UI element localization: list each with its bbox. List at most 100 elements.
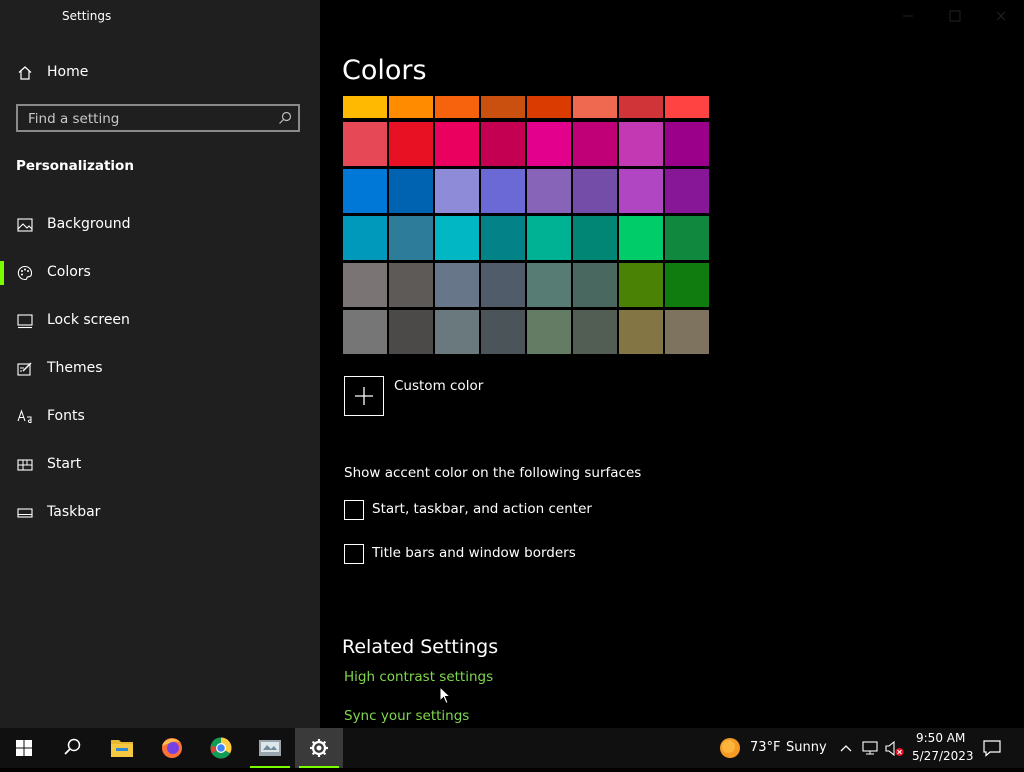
color-swatch[interactable]	[573, 169, 617, 213]
notifications-icon[interactable]	[982, 739, 1002, 757]
taskbar-icon	[17, 508, 33, 518]
clock-date[interactable]: 5/27/2023	[912, 749, 974, 763]
taskbar-chrome[interactable]	[197, 728, 245, 768]
taskbar-search-button[interactable]	[48, 728, 96, 768]
color-swatch[interactable]	[527, 169, 571, 213]
taskbar: 73°F Sunny 9:50 AM 5/27/2023	[0, 728, 1024, 768]
color-swatch[interactable]	[389, 169, 433, 213]
search-box[interactable]: Find a setting	[16, 104, 300, 132]
weather-condition[interactable]: Sunny	[786, 740, 827, 755]
minimize-icon[interactable]	[898, 6, 918, 26]
color-swatch[interactable]	[665, 122, 709, 166]
color-swatch[interactable]	[343, 216, 387, 260]
sidebar-item-label: Colors	[47, 264, 91, 280]
checkbox[interactable]	[344, 544, 364, 564]
color-swatch[interactable]	[481, 96, 525, 118]
color-swatch[interactable]	[573, 122, 617, 166]
color-swatch[interactable]	[527, 122, 571, 166]
sidebar-item-label: Themes	[47, 360, 103, 376]
chevron-up-icon[interactable]	[839, 740, 853, 756]
color-swatch[interactable]	[435, 122, 479, 166]
checkbox[interactable]	[344, 500, 364, 520]
color-swatch[interactable]	[435, 96, 479, 118]
volume-muted-icon[interactable]	[884, 740, 906, 758]
color-swatch[interactable]	[481, 216, 525, 260]
color-swatch[interactable]	[389, 310, 433, 354]
color-swatch[interactable]	[527, 96, 571, 118]
high-contrast-link[interactable]: High contrast settings	[344, 669, 493, 685]
color-swatch[interactable]	[389, 263, 433, 307]
page-title: Colors	[342, 55, 427, 86]
color-swatch[interactable]	[435, 310, 479, 354]
color-swatch[interactable]	[481, 169, 525, 213]
taskbar-firefox[interactable]	[148, 728, 196, 768]
checkbox-label: Start, taskbar, and action center	[372, 501, 592, 517]
color-swatch[interactable]	[573, 310, 617, 354]
sidebar-item-label: Background	[47, 216, 131, 232]
color-swatch[interactable]	[343, 169, 387, 213]
sidebar-item-themes[interactable]: Themes	[0, 349, 320, 389]
color-swatch[interactable]	[665, 169, 709, 213]
sidebar-item-start[interactable]: Start	[0, 445, 320, 485]
checkbox-label: Title bars and window borders	[372, 545, 576, 561]
color-swatch[interactable]	[389, 122, 433, 166]
taskbar-settings[interactable]	[295, 728, 343, 768]
color-swatch[interactable]	[619, 216, 663, 260]
color-swatch[interactable]	[619, 310, 663, 354]
color-swatch[interactable]	[435, 169, 479, 213]
taskbar-app[interactable]	[246, 728, 294, 768]
color-swatch[interactable]	[665, 216, 709, 260]
color-swatch[interactable]	[389, 216, 433, 260]
color-swatch[interactable]	[527, 216, 571, 260]
custom-color-label: Custom color	[394, 378, 484, 394]
close-icon[interactable]	[991, 6, 1011, 26]
start-button[interactable]	[0, 728, 48, 768]
color-swatch[interactable]	[665, 263, 709, 307]
color-swatch[interactable]	[481, 122, 525, 166]
nav-home[interactable]: Home	[0, 58, 320, 88]
mouse-cursor-icon	[439, 686, 452, 705]
weather-temp[interactable]: 73°F	[750, 740, 781, 755]
taskbar-file-explorer[interactable]	[98, 728, 146, 768]
sidebar-item-label: Start	[47, 456, 82, 472]
home-icon	[18, 66, 32, 80]
windows-logo-icon	[16, 740, 32, 756]
color-swatch[interactable]	[573, 263, 617, 307]
sidebar-item-background[interactable]: Background	[0, 205, 320, 245]
sidebar-item-lock-screen[interactable]: Lock screen	[0, 301, 320, 341]
plus-icon	[355, 387, 373, 405]
color-swatch[interactable]	[573, 96, 617, 118]
color-swatch[interactable]	[343, 122, 387, 166]
color-swatch[interactable]	[481, 263, 525, 307]
window-title: Settings	[62, 9, 112, 23]
network-icon[interactable]	[861, 740, 879, 756]
color-swatch[interactable]	[435, 216, 479, 260]
nav-home-label: Home	[47, 64, 89, 80]
color-swatch[interactable]	[619, 263, 663, 307]
color-swatch[interactable]	[527, 263, 571, 307]
color-swatch[interactable]	[343, 310, 387, 354]
color-swatch[interactable]	[527, 310, 571, 354]
color-swatch[interactable]	[665, 96, 709, 118]
color-swatch[interactable]	[343, 96, 387, 118]
sync-settings-link[interactable]: Sync your settings	[344, 708, 469, 724]
palette-icon	[17, 265, 33, 280]
color-swatch[interactable]	[435, 263, 479, 307]
sidebar-item-colors[interactable]: Colors	[0, 253, 320, 293]
sidebar-item-fonts[interactable]: Fonts	[0, 397, 320, 437]
color-swatch[interactable]	[343, 263, 387, 307]
color-swatch[interactable]	[619, 122, 663, 166]
maximize-icon[interactable]	[945, 6, 965, 26]
color-swatch[interactable]	[389, 96, 433, 118]
search-icon	[279, 111, 292, 124]
sidebar-item-taskbar[interactable]: Taskbar	[0, 493, 320, 533]
custom-color-button[interactable]	[344, 376, 384, 416]
color-swatch[interactable]	[619, 96, 663, 118]
search-input[interactable]: Find a setting	[28, 111, 119, 127]
color-swatch[interactable]	[481, 310, 525, 354]
color-swatch[interactable]	[665, 310, 709, 354]
color-swatch[interactable]	[619, 169, 663, 213]
color-swatch[interactable]	[573, 216, 617, 260]
clock-time[interactable]: 9:50 AM	[916, 731, 965, 745]
selection-indicator	[0, 261, 4, 285]
